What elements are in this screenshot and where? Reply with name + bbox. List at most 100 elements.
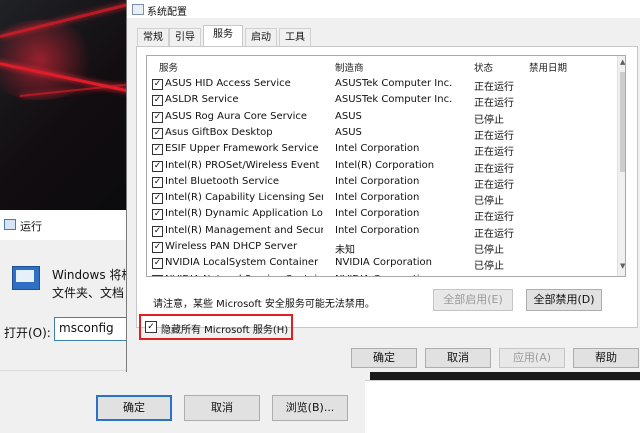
service-row[interactable]: ✓ Intel(R) Dynamic Application Loa... Inte… xyxy=(147,206,615,224)
service-checkbox[interactable]: ✓ xyxy=(152,127,163,139)
col-header-disabled-date[interactable]: 禁用日期 xyxy=(529,60,567,74)
msc-help-button[interactable]: 帮助 xyxy=(573,348,639,368)
service-name: Intel(R) Capability Licensing Servi... xyxy=(165,192,323,204)
service-name: Wireless PAN DHCP Server xyxy=(165,241,298,252)
service-name: Intel Bluetooth Service xyxy=(165,175,279,187)
msc-ok-button[interactable]: 确定 xyxy=(351,348,417,368)
service-manufacturer: Intel Corporation xyxy=(335,208,420,220)
run-program-icon xyxy=(12,266,40,290)
run-app-icon xyxy=(4,219,16,230)
service-row[interactable]: ✓ ASLDR Service ASUSTek Computer Inc. 正在运行 xyxy=(147,92,615,110)
tab-general[interactable]: 常规 xyxy=(137,28,169,47)
service-row[interactable]: ✓ ESIF Upper Framework Service Intel Corpo… xyxy=(147,141,615,159)
msc-app-icon xyxy=(132,4,144,15)
service-status: 正在运行 xyxy=(474,98,514,110)
service-manufacturer: NVIDIA Corporation xyxy=(335,257,433,269)
service-manufacturer: ASUSTek Computer Inc. xyxy=(335,94,453,106)
service-checkbox[interactable]: ✓ xyxy=(152,95,163,107)
service-row[interactable]: ✓ Asus GiftBox Desktop ASUS 正在运行 xyxy=(147,125,615,142)
open-label: 打开(O): xyxy=(4,326,51,340)
service-row[interactable]: ✓NVIDIA NetworkService Container NVIDIA C… xyxy=(147,272,615,276)
service-status: 正在运行 xyxy=(474,82,514,93)
scroll-thumb[interactable] xyxy=(620,72,625,172)
service-row[interactable]: ✓ ASUS HID Access Service ASUSTek Computer… xyxy=(147,76,615,93)
service-status: 已停止 xyxy=(474,245,504,256)
service-checkbox[interactable]: ✓ xyxy=(152,193,163,205)
scroll-up-icon[interactable]: ▲ xyxy=(620,58,625,66)
service-name: ASLDR Service xyxy=(165,94,239,106)
service-checkbox[interactable]: ✓ xyxy=(152,258,163,270)
col-header-service[interactable]: 服务 xyxy=(159,60,178,74)
service-checkbox[interactable]: ✓ xyxy=(152,209,163,221)
run-ok-button[interactable]: 确定 xyxy=(96,395,172,421)
tab-tools[interactable]: 工具 xyxy=(279,28,311,47)
hide-microsoft-services-label[interactable]: 隐藏所有 Microsoft 服务(H) xyxy=(161,321,288,336)
run-browse-button[interactable]: 浏览(B)... xyxy=(272,395,348,421)
service-status: 正在运行 xyxy=(474,212,514,224)
services-scrollbar[interactable]: ▲ ▼ xyxy=(617,56,625,276)
tab-startup[interactable]: 启动 xyxy=(245,28,277,47)
service-checkbox[interactable]: ✓ xyxy=(152,160,163,172)
service-manufacturer: 未知 xyxy=(335,245,355,256)
service-manufacturer: Intel Corporation xyxy=(335,143,420,155)
service-row[interactable]: ✓ Intel Bluetooth Service Intel Corporatio… xyxy=(147,174,615,191)
security-note: 请注意，某些 Microsoft 安全服务可能无法禁用。 xyxy=(153,299,375,310)
service-name: Intel(R) Management and Securit... xyxy=(165,224,323,236)
service-manufacturer: Intel Corporation xyxy=(335,192,420,204)
msc-title: 系统配置 xyxy=(147,7,187,18)
services-list: 服务 制造商 状态 禁用日期 ✓ ASUS HID Access Service A… xyxy=(146,55,626,277)
service-row[interactable]: ✓ Wireless PAN DHCP Server 未知 已停止 xyxy=(147,239,615,256)
service-checkbox[interactable]: ✓ xyxy=(152,79,163,90)
tab-boot[interactable]: 引导 xyxy=(169,28,201,47)
col-header-manufacturer[interactable]: 制造商 xyxy=(335,60,364,74)
service-name: Intel(R) PROSet/Wireless Event L... xyxy=(165,159,323,171)
msc-apply-button[interactable]: 应用(A) xyxy=(499,348,565,368)
service-status: 正在运行 xyxy=(474,147,514,159)
service-row[interactable]: ✓ ASUS Rog Aura Core Service ASUS 已停止 xyxy=(147,109,615,126)
service-row[interactable]: ✓ NVIDIA LocalSystem Container NVIDIA Corp… xyxy=(147,255,615,273)
service-status: 正在运行 xyxy=(474,228,514,240)
service-status: 正在运行 xyxy=(474,130,514,142)
service-manufacturer: Intel(R) Corporation xyxy=(335,159,435,171)
desktop-wallpaper xyxy=(0,0,130,210)
service-name: Intel(R) Dynamic Application Loa... xyxy=(165,208,323,220)
service-name: NVIDIA LocalSystem Container xyxy=(165,257,319,269)
service-row[interactable]: ✓Intel(R) Management and Securit... Intel… xyxy=(147,223,615,240)
msc-cancel-button[interactable]: 取消 xyxy=(425,348,491,368)
service-status: 已停止 xyxy=(474,261,504,273)
run-description-line1: Windows 将根 xyxy=(52,268,134,282)
service-checkbox[interactable]: ✓ xyxy=(152,144,163,156)
service-status: 已停止 xyxy=(474,274,524,276)
system-config-dialog: 系统配置 常规 引导 服务 启动 工具 服务 制造商 状态 禁用日期 ✓ ASUS… xyxy=(126,0,640,372)
service-manufacturer: NVIDIA Corporation xyxy=(335,274,463,276)
service-row[interactable]: ✓Intel(R) Capability Licensing Servi... I… xyxy=(147,190,615,208)
service-name: ESIF Upper Framework Service xyxy=(165,143,319,155)
service-status: 正在运行 xyxy=(474,163,514,175)
hide-microsoft-services-checkbox[interactable]: ✓ xyxy=(145,321,157,333)
service-manufacturer: Intel Corporation xyxy=(335,175,420,187)
service-row[interactable]: ✓ Intel(R) PROSet/Wireless Event L... Inte… xyxy=(147,158,615,175)
service-name: NVIDIA NetworkService Container xyxy=(165,274,323,276)
service-checkbox[interactable]: ✓ xyxy=(152,274,163,276)
open-input[interactable]: msconfig xyxy=(54,317,134,341)
run-button-bar: 确定 取消 浏览(B)... xyxy=(0,370,370,433)
disable-all-button[interactable]: 全部禁用(D) xyxy=(526,289,602,311)
scroll-down-icon[interactable]: ▼ xyxy=(620,262,625,270)
service-manufacturer: Intel Corporation xyxy=(335,224,420,236)
col-header-status[interactable]: 状态 xyxy=(474,60,493,74)
msc-titlebar: 系统配置 xyxy=(127,0,640,18)
service-checkbox[interactable]: ✓ xyxy=(152,225,163,237)
services-panel: 服务 制造商 状态 禁用日期 ✓ ASUS HID Access Service A… xyxy=(136,46,638,328)
service-checkbox[interactable]: ✓ xyxy=(152,176,163,188)
service-manufacturer: ASUSTek Computer Inc. xyxy=(335,78,453,89)
enable-all-button[interactable]: 全部启用(E) xyxy=(433,289,513,311)
service-name: ASUS HID Access Service xyxy=(165,78,291,89)
service-manufacturer: ASUS xyxy=(335,110,362,122)
service-status: 正在运行 xyxy=(474,179,514,191)
service-status: 已停止 xyxy=(474,196,504,208)
tab-services[interactable]: 服务 xyxy=(203,25,243,48)
service-manufacturer: ASUS xyxy=(335,126,362,138)
run-cancel-button[interactable]: 取消 xyxy=(184,395,260,421)
service-checkbox[interactable]: ✓ xyxy=(152,111,163,123)
service-checkbox[interactable]: ✓ xyxy=(152,242,163,253)
